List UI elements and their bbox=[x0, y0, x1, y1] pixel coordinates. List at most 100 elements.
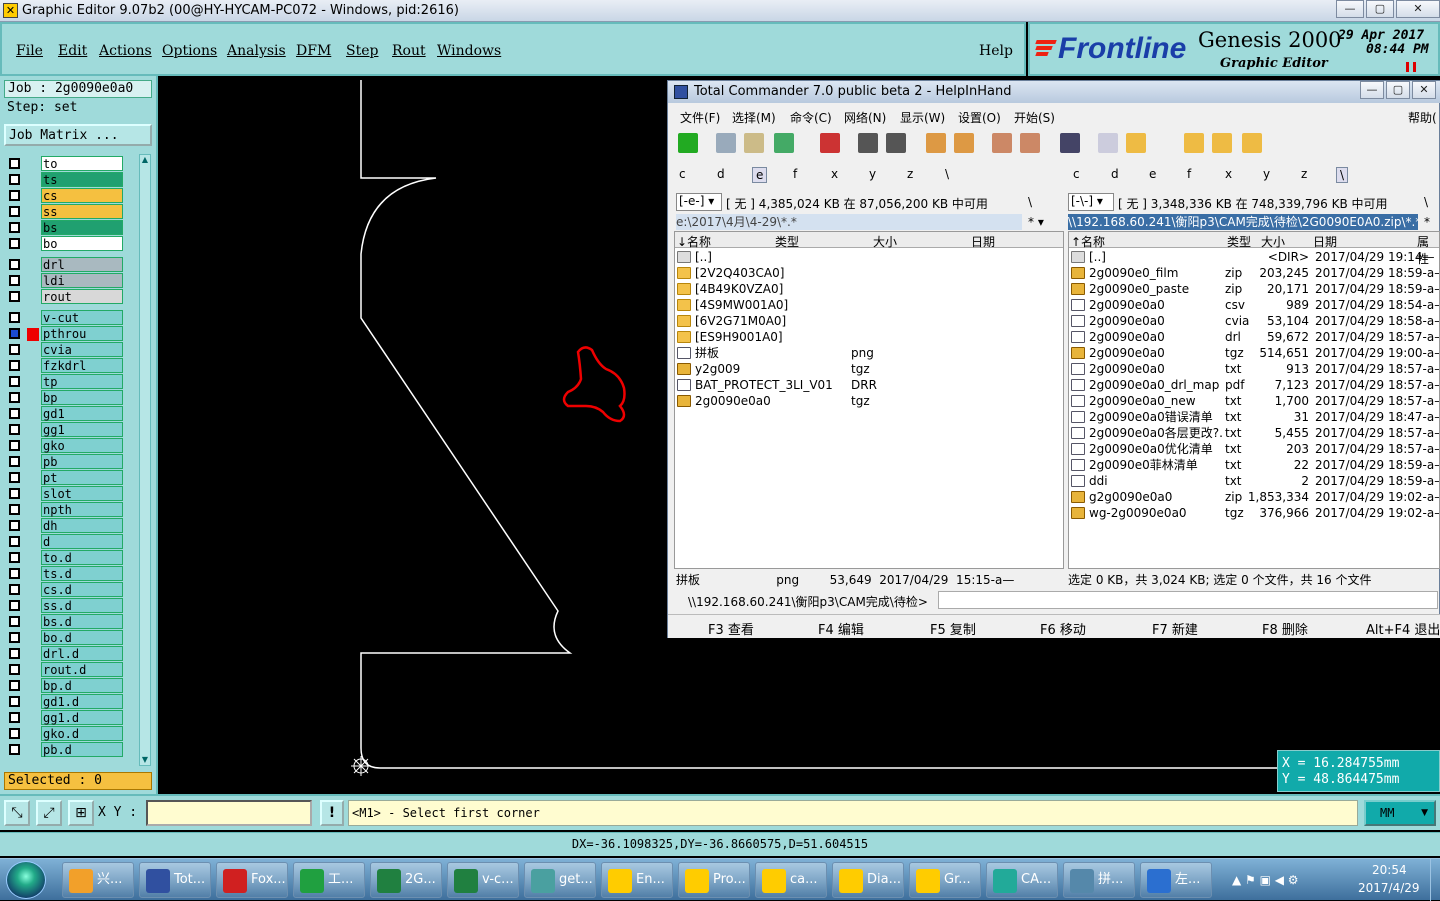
layer-name[interactable]: ts.d bbox=[41, 566, 123, 581]
taskbar-button[interactable]: 2G... bbox=[370, 862, 442, 898]
tc-menu-network[interactable]: 网络(N) bbox=[844, 109, 886, 126]
layer-row[interactable]: fzkdrl bbox=[4, 358, 138, 373]
layer-row[interactable]: pthrou bbox=[4, 326, 138, 341]
layer-row[interactable]: gg1.d bbox=[4, 710, 138, 725]
layer-checkbox[interactable] bbox=[9, 584, 20, 595]
layer-name[interactable]: gg1 bbox=[41, 422, 123, 437]
layer-checkbox[interactable] bbox=[9, 744, 20, 755]
menu-step[interactable]: Step bbox=[346, 43, 378, 59]
layer-name[interactable]: gg1.d bbox=[41, 710, 123, 725]
units-selector[interactable]: MM ▼ bbox=[1364, 800, 1436, 826]
layer-checkbox[interactable] bbox=[9, 600, 20, 611]
right-drive-button[interactable]: d bbox=[1108, 167, 1122, 181]
layer-checkbox[interactable] bbox=[9, 504, 20, 515]
layer-checkbox[interactable] bbox=[9, 712, 20, 723]
pause-icon[interactable] bbox=[1406, 62, 1416, 72]
layer-row[interactable]: d bbox=[4, 534, 138, 549]
taskbar-button[interactable]: 兴... bbox=[62, 862, 134, 898]
tc-close-button[interactable]: ✕ bbox=[1412, 81, 1436, 99]
layer-scrollbar[interactable]: ▲ ▼ bbox=[139, 154, 151, 766]
layer-row[interactable]: dh bbox=[4, 518, 138, 533]
file-row[interactable]: 2g0090e0a0 drl 59,672 2017/04/29 18:57-a— bbox=[1069, 329, 1439, 345]
brief-view-icon[interactable] bbox=[716, 133, 736, 153]
layer-name[interactable]: bo.d bbox=[41, 630, 123, 645]
taskbar-button[interactable]: Gr... bbox=[909, 862, 981, 898]
pack-icon[interactable] bbox=[926, 133, 946, 153]
layer-checkbox[interactable] bbox=[9, 680, 20, 691]
layer-name[interactable]: pb bbox=[41, 454, 123, 469]
ftp-connect-icon[interactable] bbox=[992, 133, 1012, 153]
left-star-button[interactable]: * ▾ bbox=[1028, 215, 1044, 229]
left-drive-select[interactable]: [-e-] ▾ bbox=[676, 193, 722, 211]
left-file-panel[interactable]: ↓名称 类型 大小 日期 [..] [2V2Q403CA0] [4B49K0VZA0… bbox=[674, 231, 1064, 569]
tc-maximize-button[interactable]: ▢ bbox=[1386, 81, 1410, 99]
layer-row[interactable]: ts bbox=[4, 172, 138, 187]
layer-checkbox[interactable] bbox=[9, 552, 20, 563]
file-row[interactable]: [4S9MW001A0] bbox=[675, 297, 1063, 313]
full-view-icon[interactable] bbox=[744, 133, 764, 153]
show-desktop-button[interactable] bbox=[1430, 859, 1440, 901]
snap-tool-icon[interactable]: ⤢ bbox=[36, 800, 62, 826]
alt-f4-exit-button[interactable]: Alt+F4 退出 bbox=[1366, 619, 1440, 638]
right-col-date[interactable]: 日期 bbox=[1313, 233, 1337, 250]
menu-rout[interactable]: Rout bbox=[392, 43, 426, 59]
layer-row[interactable]: rout.d bbox=[4, 662, 138, 677]
layer-checkbox[interactable] bbox=[9, 312, 20, 323]
left-drive-button[interactable]: d bbox=[714, 167, 728, 181]
folder-sync-icon[interactable] bbox=[1184, 133, 1204, 153]
file-row[interactable]: g2g0090e0a0 zip 1,853,334 2017/04/29 19:02-… bbox=[1069, 489, 1439, 505]
file-row[interactable]: [4B49K0VZA0] bbox=[675, 281, 1063, 297]
file-row[interactable]: [2V2Q403CA0] bbox=[675, 265, 1063, 281]
file-row[interactable]: [ES9H9001A0] bbox=[675, 329, 1063, 345]
layer-checkbox[interactable] bbox=[9, 190, 20, 201]
right-drive-button[interactable]: \ bbox=[1336, 167, 1349, 183]
layer-name[interactable]: to.d bbox=[41, 550, 123, 565]
layer-name[interactable]: bp.d bbox=[41, 678, 123, 693]
layer-row[interactable]: ss.d bbox=[4, 598, 138, 613]
left-drive-button[interactable]: z bbox=[904, 167, 916, 181]
layer-name[interactable]: ldi bbox=[41, 273, 123, 288]
layer-checkbox[interactable] bbox=[9, 222, 20, 233]
layer-name[interactable]: bo bbox=[41, 236, 123, 251]
layer-row[interactable]: bs.d bbox=[4, 614, 138, 629]
layer-checkbox[interactable] bbox=[9, 520, 20, 531]
right-drive-button[interactable]: f bbox=[1184, 167, 1194, 181]
layer-name[interactable]: pt bbox=[41, 470, 123, 485]
menu-windows[interactable]: Windows bbox=[437, 43, 501, 59]
layer-checkbox[interactable] bbox=[9, 275, 20, 286]
left-root-button[interactable]: \ bbox=[1028, 195, 1032, 209]
file-row[interactable]: [6V2G71M0A0] bbox=[675, 313, 1063, 329]
layer-checkbox[interactable] bbox=[9, 238, 20, 249]
menu-actions[interactable]: Actions bbox=[99, 43, 152, 59]
left-col-name[interactable]: ↓名称 bbox=[677, 233, 711, 250]
f8-delete-button[interactable]: F8 删除 bbox=[1262, 619, 1308, 638]
layer-row[interactable]: bo.d bbox=[4, 630, 138, 645]
tc-menu-help[interactable]: 帮助( bbox=[1408, 109, 1437, 126]
search-icon[interactable] bbox=[1060, 133, 1080, 153]
thumbnail-view-icon[interactable] bbox=[774, 133, 794, 153]
layer-row[interactable]: cvia bbox=[4, 342, 138, 357]
layer-row[interactable]: cs.d bbox=[4, 582, 138, 597]
job-matrix-button[interactable]: Job Matrix ... bbox=[4, 124, 152, 146]
layer-row[interactable]: gg1 bbox=[4, 422, 138, 437]
layer-checkbox[interactable] bbox=[9, 376, 20, 387]
layer-checkbox[interactable] bbox=[9, 259, 20, 270]
file-row[interactable]: 2g0090e0菲林清单 txt 22 2017/04/29 18:59-a— bbox=[1069, 457, 1439, 473]
layer-checkbox[interactable] bbox=[9, 488, 20, 499]
layer-checkbox[interactable] bbox=[9, 360, 20, 371]
menu-analysis[interactable]: Analysis bbox=[227, 43, 286, 59]
f7-new-folder-button[interactable]: F7 新建 bbox=[1152, 619, 1198, 638]
menu-edit[interactable]: Edit bbox=[58, 43, 87, 59]
layer-row[interactable]: bo bbox=[4, 236, 138, 251]
folder-open-icon[interactable] bbox=[1242, 133, 1262, 153]
layer-checkbox[interactable] bbox=[9, 536, 20, 547]
layer-row[interactable]: bs bbox=[4, 220, 138, 235]
forward-icon[interactable] bbox=[886, 133, 906, 153]
layer-name[interactable]: ss.d bbox=[41, 598, 123, 613]
left-drive-button[interactable]: f bbox=[790, 167, 800, 181]
layer-checkbox[interactable] bbox=[9, 648, 20, 659]
file-row[interactable]: 2g0090e0a0 cvia 53,104 2017/04/29 18:58-a— bbox=[1069, 313, 1439, 329]
folder-compare-icon[interactable] bbox=[1212, 133, 1232, 153]
zoom-tool-icon[interactable]: ⤡ bbox=[4, 800, 30, 826]
tc-menu-select[interactable]: 选择(M) bbox=[732, 109, 776, 126]
